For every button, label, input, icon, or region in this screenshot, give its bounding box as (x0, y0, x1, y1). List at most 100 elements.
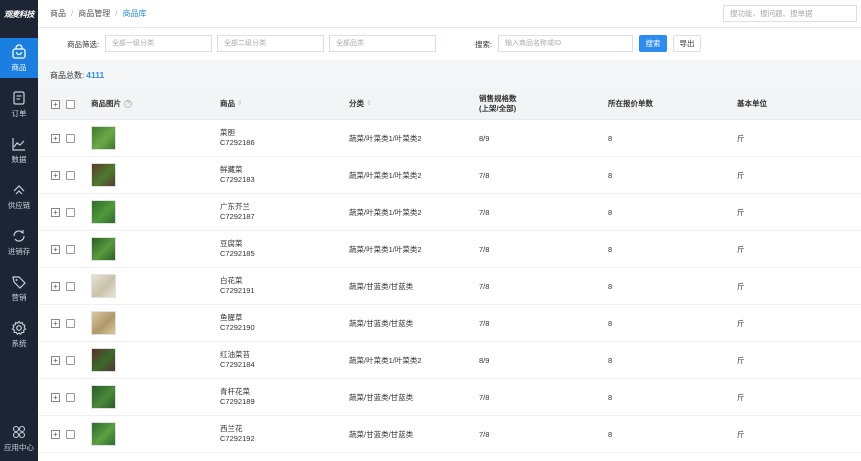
chart-icon (12, 137, 25, 151)
expand-row-icon[interactable]: + (51, 430, 60, 439)
table-row[interactable]: + 鲜藏菜 C7292183 蔬菜/叶菜类1/叶菜类2 7/8 8 斤 (38, 157, 861, 194)
product-thumbnail[interactable] (91, 348, 116, 372)
product-name[interactable]: 白花菜 (220, 276, 243, 286)
sidebar-item-data[interactable]: 数据 (0, 130, 38, 170)
product-thumbnail[interactable] (91, 237, 116, 261)
unit-cell: 斤 (737, 355, 745, 365)
expand-row-icon[interactable]: + (51, 171, 60, 180)
product-cell: 鱼腥草 C7292190 (220, 305, 255, 341)
table-row[interactable]: + 青杆花菜 C7292189 蔬菜/甘蓝类/甘蓝类 7/8 8 斤 (38, 379, 861, 416)
product-name[interactable]: 豆腐菜 (220, 239, 243, 249)
category2-select[interactable]: 全部二级分类 (217, 35, 324, 52)
pinlei-select[interactable]: 全部品类 (329, 35, 436, 52)
unit-cell: 斤 (737, 429, 745, 439)
sidebar-item-goods[interactable]: 商品 (0, 38, 38, 78)
row-checkbox[interactable] (66, 208, 75, 217)
help-icon[interactable]: ? (124, 100, 132, 108)
product-name[interactable]: 鱼腥草 (220, 313, 243, 323)
row-checkbox[interactable] (66, 319, 75, 328)
breadcrumb-item-goods-library: 商品库 (122, 9, 147, 18)
total-count: 商品总数: 4111 (50, 70, 104, 81)
expand-row-icon[interactable]: + (51, 208, 60, 217)
select-all-checkbox[interactable] (66, 100, 75, 109)
export-button[interactable]: 导出 (673, 35, 701, 52)
product-name[interactable]: 鲜藏菜 (220, 165, 243, 175)
column-header-category[interactable]: 分类 ⇕ (349, 88, 371, 120)
column-header-product[interactable]: 商品 ⇕ (220, 88, 242, 120)
column-header-spec: 销售规格数 (上架/全部) (479, 88, 517, 120)
product-id: C7292191 (220, 286, 255, 295)
breadcrumb-item-goods[interactable]: 商品 (50, 8, 66, 19)
sidebar-item-marketing[interactable]: 营销 (0, 268, 38, 308)
quote-count-cell: 8 (608, 355, 613, 365)
breadcrumb-item-goods-management[interactable]: 商品管理 (78, 8, 110, 19)
product-thumbnail[interactable] (91, 126, 116, 150)
expand-row-icon[interactable]: + (51, 393, 60, 402)
product-name[interactable]: 广东芥兰 (220, 202, 250, 212)
table-row[interactable]: + 白花菜 C7292191 蔬菜/甘蓝类/甘蓝类 7/8 8 斤 (38, 268, 861, 305)
table-row[interactable]: + 西兰花 C7292192 蔬菜/甘蓝类/甘蓝类 7/8 8 斤 (38, 416, 861, 453)
filter-label: 商品筛选: (67, 40, 100, 49)
search-input[interactable]: 输入商品名称或ID (498, 35, 633, 52)
quote-count-cell: 8 (608, 318, 613, 328)
sidebar-item-label: 系统 (11, 338, 27, 348)
table-row[interactable]: + 鱼腥草 C7292190 蔬菜/甘蓝类/甘蓝类 7/8 8 斤 (38, 305, 861, 342)
spec-cell: 7/8 (479, 281, 490, 291)
row-checkbox[interactable] (66, 245, 75, 254)
sidebar-item-label: 商品 (11, 62, 27, 72)
sidebar-item-orders[interactable]: 订单 (0, 84, 38, 124)
table-row[interactable]: + 红油菜苔 C7292184 蔬菜/叶菜类1/叶菜类2 8/9 8 斤 (38, 342, 861, 379)
row-checkbox[interactable] (66, 134, 75, 143)
product-thumbnail[interactable] (91, 200, 116, 224)
search-button[interactable]: 搜索 (639, 35, 667, 52)
table-row[interactable]: + 豆腐菜 C7292185 蔬菜/叶菜类1/叶菜类2 7/8 8 斤 (38, 231, 861, 268)
product-id: C7292186 (220, 138, 255, 147)
product-cell: 广东芥兰 C7292187 (220, 194, 255, 230)
expand-row-icon[interactable]: + (51, 282, 60, 291)
product-thumbnail[interactable] (91, 163, 116, 187)
row-checkbox[interactable] (66, 282, 75, 291)
spec-cell: 7/8 (479, 392, 490, 402)
category1-select[interactable]: 全部一级分类 (105, 35, 212, 52)
logo: 观麦科技 (4, 9, 35, 19)
product-cell: 红油菜苔 C7292184 (220, 342, 255, 378)
product-cell: 豆腐菜 C7292185 (220, 231, 255, 267)
expand-row-icon[interactable]: + (51, 245, 60, 254)
table-header: + 商品图片? 商品 ⇕ 分类 ⇕ 销售规格数 (上架/全部) 所在报价单数 基本单位 (38, 88, 861, 120)
sort-icon[interactable]: ⇕ (237, 99, 242, 109)
product-thumbnail[interactable] (91, 274, 116, 298)
product-cell: 西兰花 C7292192 (220, 416, 255, 452)
expand-row-icon[interactable]: + (51, 319, 60, 328)
expand-row-icon[interactable]: + (51, 134, 60, 143)
sidebar-item-system[interactable]: 系统 (0, 314, 38, 354)
product-thumbnail[interactable] (91, 311, 116, 335)
expand-all-icon[interactable]: + (51, 100, 60, 109)
table-row[interactable]: + 广东芥兰 C7292187 蔬菜/叶菜类1/叶菜类2 7/8 8 斤 (38, 194, 861, 231)
product-name[interactable]: 红油菜苔 (220, 350, 250, 360)
product-name[interactable]: 西兰花 (220, 424, 243, 434)
gear-icon (11, 320, 27, 335)
spec-cell: 8/9 (479, 355, 490, 365)
spec-cell: 7/8 (479, 318, 490, 328)
quote-count-cell: 8 (608, 392, 613, 402)
column-header-image-label: 商品图片 (91, 99, 121, 108)
bag-icon (12, 43, 26, 59)
sidebar-item-supply-chain[interactable]: 供应链 (0, 176, 38, 216)
row-checkbox[interactable] (66, 393, 75, 402)
row-checkbox[interactable] (66, 356, 75, 365)
sidebar-item-app-center[interactable]: 应用中心 (0, 418, 38, 458)
sidebar-item-inventory[interactable]: 进销存 (0, 222, 38, 262)
expand-row-icon[interactable]: + (51, 356, 60, 365)
product-name[interactable]: 菜胆 (220, 128, 235, 138)
sort-icon[interactable]: ⇕ (366, 99, 371, 109)
product-thumbnail[interactable] (91, 422, 116, 446)
row-checkbox[interactable] (66, 430, 75, 439)
row-checkbox[interactable] (66, 171, 75, 180)
global-search-input[interactable]: 搜功能、搜问题、搜单据 (723, 5, 857, 22)
product-thumbnail[interactable] (91, 385, 116, 409)
product-id: C7292184 (220, 360, 255, 369)
product-name[interactable]: 青杆花菜 (220, 387, 250, 397)
table-row[interactable]: + 菜胆 C7292186 蔬菜/叶菜类1/叶菜类2 8/9 8 斤 (38, 120, 861, 157)
inventory-icon (13, 229, 25, 242)
unit-cell: 斤 (737, 170, 745, 180)
